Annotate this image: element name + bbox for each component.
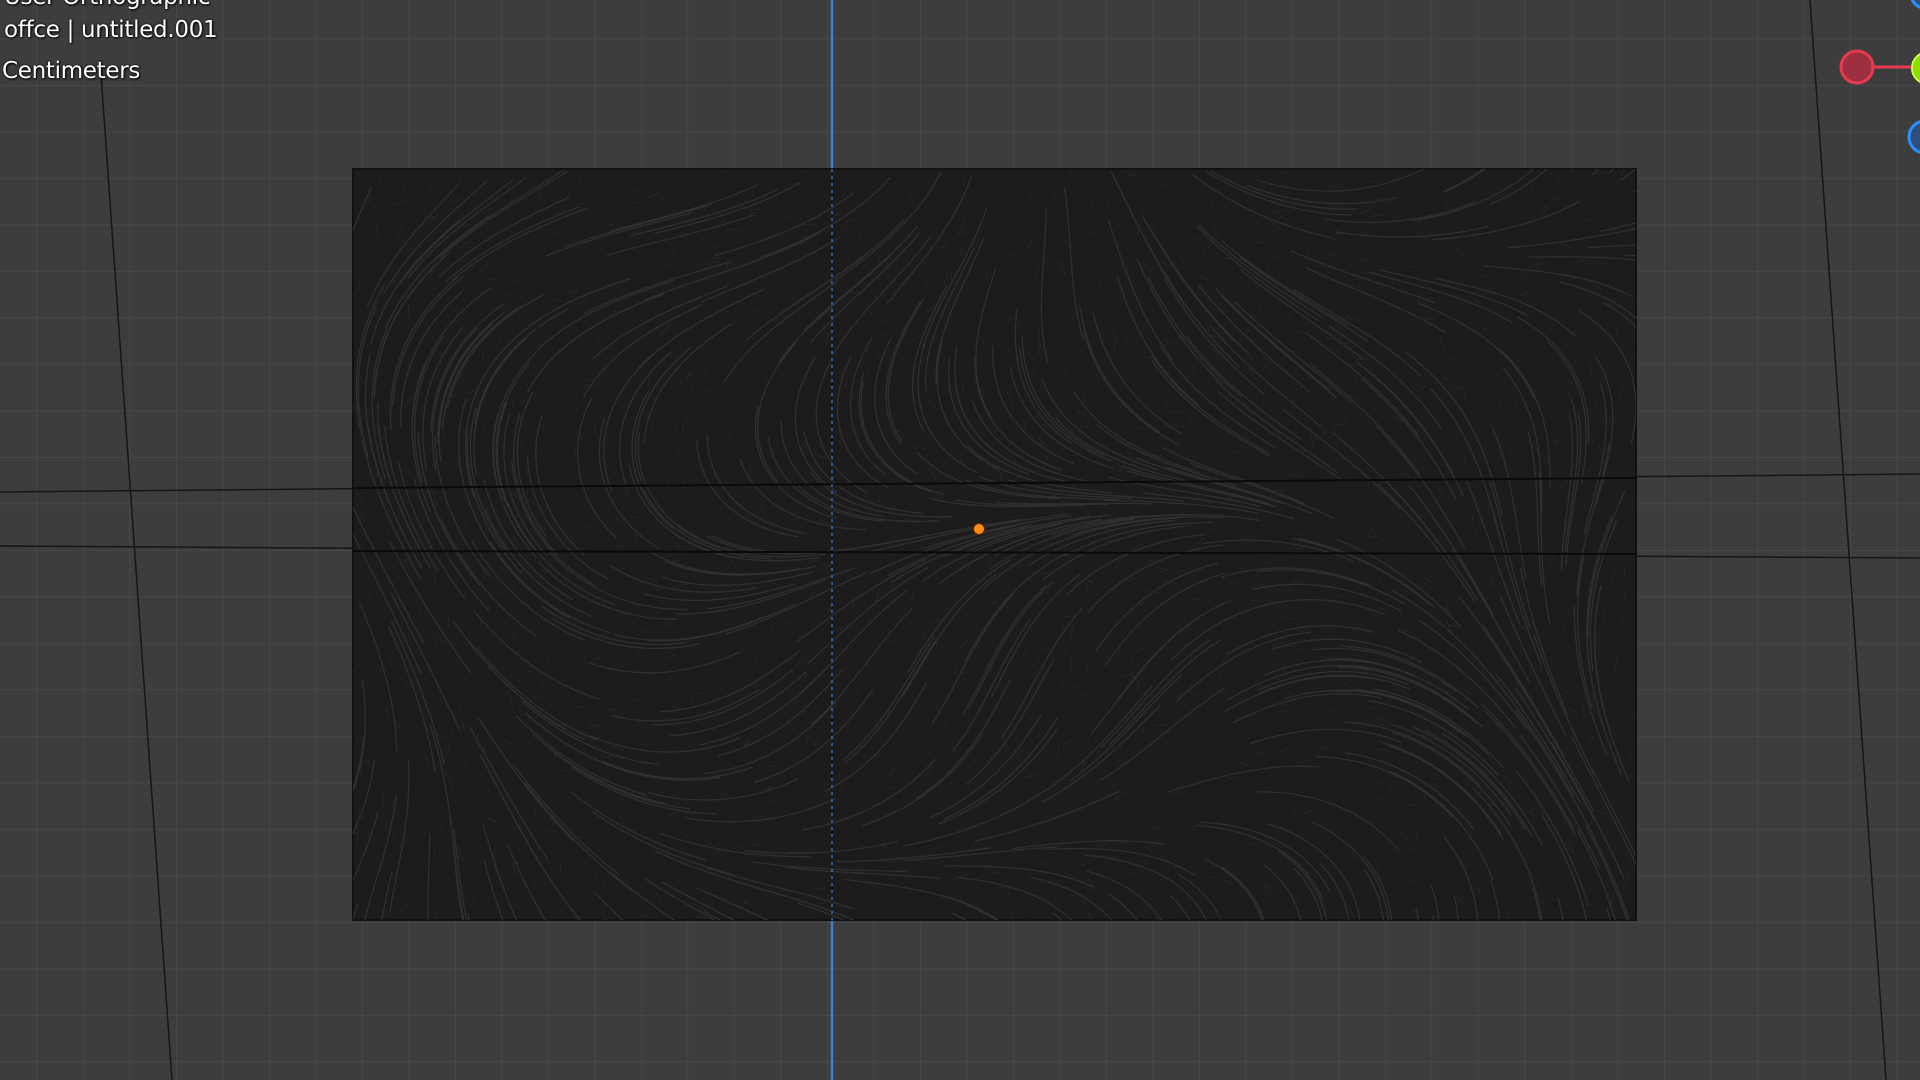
units-label: Centimeters: [2, 58, 141, 84]
view-label: User Orthographic: [4, 0, 211, 10]
mesh-plane[interactable]: [303, 43, 1764, 1059]
gizmo-neg-x-icon[interactable]: [1839, 49, 1875, 85]
3d-viewport[interactable]: User Orthographic offce | untitled.001 C…: [0, 0, 1920, 1080]
object-origin-dot[interactable]: [973, 523, 985, 535]
viewport-scene[interactable]: [0, 0, 1920, 1080]
object-info-label: offce | untitled.001: [4, 17, 218, 43]
